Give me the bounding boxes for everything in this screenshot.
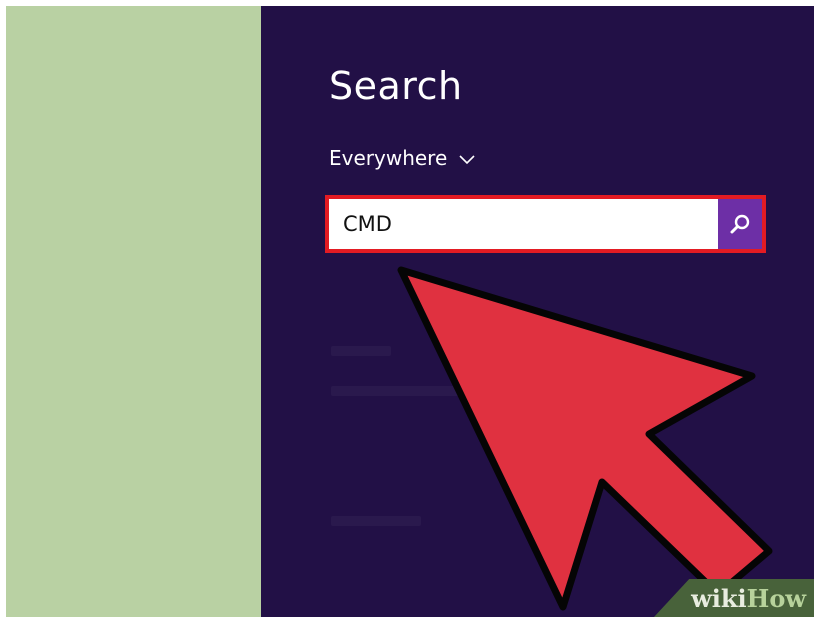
chevron-down-icon <box>459 155 475 165</box>
search-box-highlight <box>325 195 766 253</box>
start-screen-background <box>6 6 261 617</box>
faint-result-row <box>331 346 391 356</box>
search-input[interactable] <box>329 199 718 249</box>
search-icon <box>730 214 750 234</box>
search-scope-dropdown[interactable]: Everywhere <box>329 146 475 170</box>
watermark-wiki: wiki <box>691 584 747 613</box>
faint-result-row <box>331 386 471 396</box>
faint-result-row <box>331 516 421 526</box>
watermark-how: How <box>746 584 806 613</box>
search-button[interactable] <box>718 199 762 249</box>
screenshot-frame: Search Everywhere wikiHow <box>6 6 814 617</box>
search-charm-pane: Search Everywhere <box>261 6 814 617</box>
pane-title: Search <box>329 64 463 108</box>
search-scope-label: Everywhere <box>329 146 448 170</box>
watermark-text: wikiHow <box>691 584 806 613</box>
wikihow-watermark: wikiHow <box>654 579 814 617</box>
